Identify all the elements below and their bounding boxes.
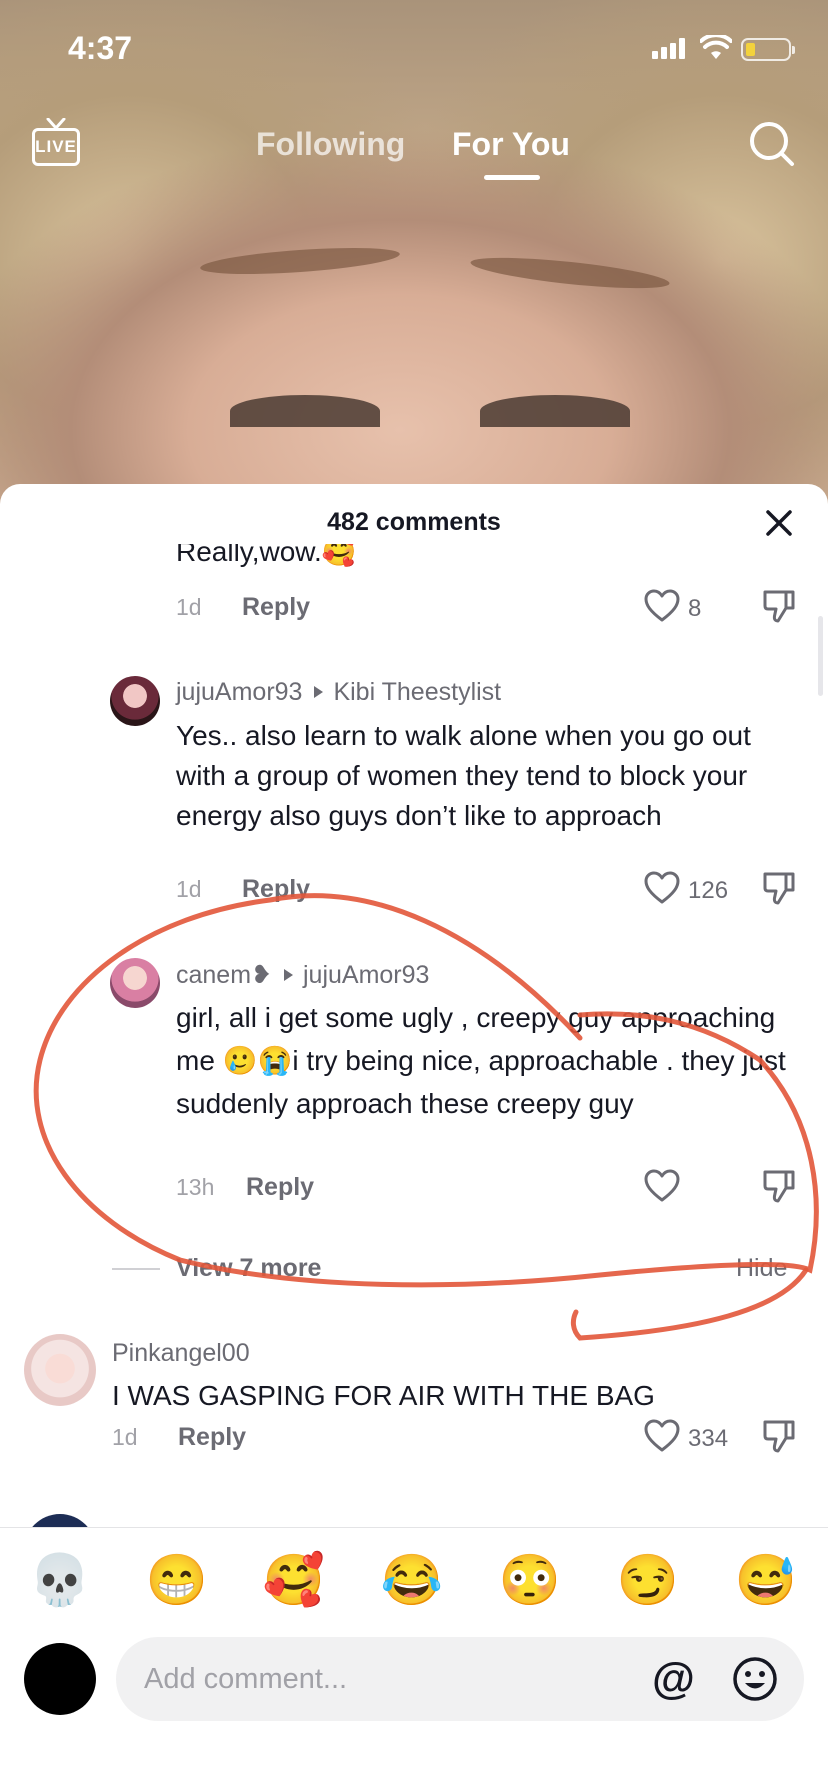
emoji-grin[interactable]: 😁 xyxy=(145,1548,209,1612)
status-time: 4:37 xyxy=(68,30,133,66)
live-icon[interactable]: LIVE xyxy=(32,118,80,166)
like-count: 8 xyxy=(688,595,702,622)
reply-to-name[interactable]: Kibi Theestylist xyxy=(333,678,501,706)
comment-time: 1d xyxy=(176,876,202,902)
view-more-replies-button[interactable]: View 7 more xyxy=(176,1254,321,1283)
close-icon[interactable] xyxy=(764,508,794,538)
emoji-flushed[interactable]: 😳 xyxy=(498,1548,562,1612)
comment-input-row: @ xyxy=(0,1637,828,1757)
comment-time: 13h xyxy=(176,1174,215,1200)
heart-icon[interactable] xyxy=(644,589,680,623)
comment-time: 1d xyxy=(176,594,202,620)
reply-button[interactable]: Reply xyxy=(178,1423,246,1452)
dislike-icon[interactable] xyxy=(762,870,796,906)
comment-text: girl, all i get some ugly , creepy guy a… xyxy=(176,1002,786,1119)
like-count: 126 xyxy=(688,877,729,904)
battery-icon xyxy=(741,38,795,61)
status-bar: 4:37 xyxy=(0,0,828,96)
hide-replies-button[interactable]: Hide xyxy=(736,1254,787,1283)
emoji-smiling-hearts[interactable]: 🥰 xyxy=(262,1548,326,1612)
emoji-picker-icon[interactable] xyxy=(732,1656,778,1702)
heart-icon[interactable] xyxy=(644,871,680,905)
like-count: 334 xyxy=(688,1425,729,1452)
home-indicator xyxy=(264,1766,564,1768)
scrollbar[interactable] xyxy=(818,616,823,696)
wifi-icon xyxy=(700,35,732,59)
comment-text: Yes.. also learn to walk alone when you … xyxy=(176,720,751,831)
tab-following[interactable]: Following xyxy=(256,126,405,163)
author-name[interactable]: canem❥ xyxy=(176,961,272,989)
avatar[interactable] xyxy=(110,958,160,1008)
author-name[interactable]: jujuAmor93 xyxy=(176,678,302,706)
emoji-sweat-smile[interactable]: 😅 xyxy=(734,1548,798,1612)
emoji-skull[interactable]: 💀 xyxy=(28,1548,92,1612)
reply-to-name[interactable]: jujuAmor93 xyxy=(303,961,429,989)
comment-input[interactable] xyxy=(116,1637,804,1721)
tab-for-you[interactable]: For You xyxy=(452,126,570,163)
comment-text: I WAS GASPING FOR AIR WITH THE BAG xyxy=(112,1380,655,1411)
reply-arrow-icon xyxy=(283,969,293,982)
mention-icon[interactable]: @ xyxy=(652,1655,695,1703)
reply-button[interactable]: Reply xyxy=(242,875,310,904)
comment-text: Really,wow.🥰 xyxy=(176,544,357,567)
cellular-signal-icon xyxy=(652,38,685,59)
comment-time: 1d xyxy=(112,1424,138,1450)
view-more-divider xyxy=(112,1268,160,1270)
reply-button[interactable]: Reply xyxy=(242,593,310,622)
author-name[interactable]: Pinkangel00 xyxy=(112,1339,250,1368)
dislike-icon[interactable] xyxy=(762,588,796,624)
avatar[interactable] xyxy=(110,676,160,726)
search-icon[interactable] xyxy=(748,120,796,168)
dislike-icon[interactable] xyxy=(762,1168,796,1204)
heart-icon[interactable] xyxy=(644,1169,680,1203)
heart-icon[interactable] xyxy=(644,1419,680,1453)
reply-arrow-icon xyxy=(314,686,324,699)
comment-list[interactable]: Really,wow.🥰 1d Reply 8 jujuAmor93 Kibi T… xyxy=(0,544,828,1610)
app-screen: 4:37 LIVE Following For You 482 comments… xyxy=(0,0,828,1792)
comments-count-title: 482 comments xyxy=(327,508,501,536)
comment-author: jujuAmor93 Kibi Theestylist xyxy=(176,678,501,707)
emoji-quick-bar: 💀 😁 🥰 😂 😳 😏 😅 xyxy=(0,1527,828,1637)
avatar[interactable] xyxy=(24,1334,96,1406)
reply-button[interactable]: Reply xyxy=(246,1173,314,1202)
active-tab-indicator xyxy=(484,175,540,180)
dislike-icon[interactable] xyxy=(762,1418,796,1454)
my-avatar xyxy=(24,1643,96,1715)
live-label: LIVE xyxy=(35,137,77,156)
emoji-smirk[interactable]: 😏 xyxy=(616,1548,680,1612)
comment-author: canem❥ jujuAmor93 xyxy=(176,960,429,990)
emoji-tears-of-joy[interactable]: 😂 xyxy=(380,1548,444,1612)
